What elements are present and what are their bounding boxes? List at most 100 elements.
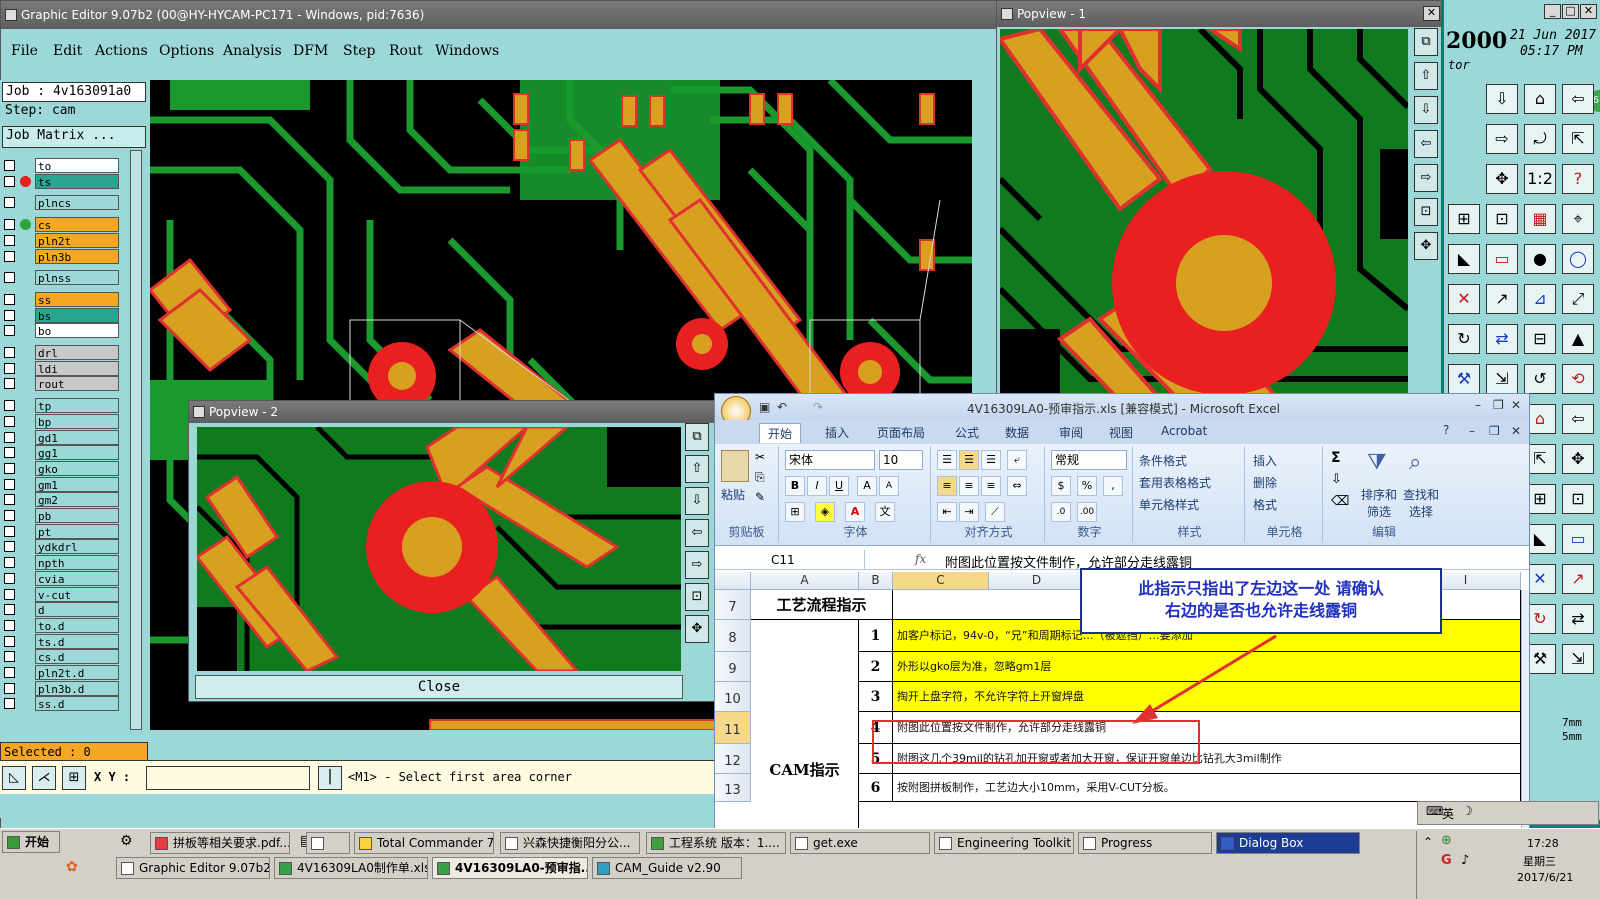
layer-checkbox[interactable]: [4, 478, 15, 490]
layer-checkbox[interactable]: [4, 400, 15, 412]
popview-right-icon[interactable]: ⇨: [685, 551, 709, 579]
layer-name[interactable]: ss.d: [35, 696, 119, 712]
tool-button-icon[interactable]: ↺: [1524, 364, 1556, 394]
layer-checkbox[interactable]: [4, 431, 15, 443]
popview-1-close-icon[interactable]: ✕: [1423, 6, 1440, 21]
layer-name[interactable]: pln3b.d: [35, 680, 119, 696]
layer-name[interactable]: gm2: [35, 492, 119, 508]
clear-icon[interactable]: ⌫: [1331, 494, 1349, 509]
layer-row[interactable]: pln3b: [2, 248, 120, 264]
layer-checkbox[interactable]: [4, 541, 15, 553]
tool-button-icon[interactable]: ⇲: [1562, 644, 1594, 674]
column-header-d[interactable]: D: [989, 572, 1085, 590]
step-number-cell[interactable]: 2: [859, 652, 893, 682]
font-color-icon[interactable]: A: [845, 502, 865, 522]
menu-actions[interactable]: Actions: [95, 43, 148, 59]
tool-button-icon[interactable]: ⊡: [1562, 484, 1594, 514]
taskbar-button[interactable]: Dialog Box: [1216, 832, 1360, 854]
layer-checkbox[interactable]: [4, 635, 15, 647]
tab-data[interactable]: 数据: [1005, 424, 1029, 441]
fx-icon[interactable]: fx: [915, 552, 926, 566]
layer-checkbox[interactable]: [4, 667, 15, 678]
tool-button-icon[interactable]: ⇲: [1486, 364, 1518, 394]
taskbar-button[interactable]: Graphic Editor 9.07b2 (0...: [116, 857, 270, 879]
layer-name[interactable]: rout: [35, 376, 119, 392]
popview1-pan-icon[interactable]: ✥: [1414, 232, 1438, 260]
layer-row[interactable]: ss.d: [2, 696, 120, 712]
format-cells-button[interactable]: 格式: [1253, 496, 1277, 513]
popview1-up-icon[interactable]: ⇧: [1414, 62, 1438, 90]
tool-button-icon[interactable]: ⤾: [1524, 124, 1556, 154]
layer-name[interactable]: gko: [35, 460, 119, 476]
quicklaunch-icon-1[interactable]: ⚙: [120, 833, 140, 851]
excel-vscrollbar[interactable]: [1521, 590, 1529, 832]
menu-analysis[interactable]: Analysis: [223, 43, 282, 59]
paste-icon[interactable]: [721, 450, 749, 482]
layer-row[interactable]: gd1: [2, 429, 120, 445]
phonetic-icon[interactable]: 文: [875, 502, 895, 522]
ribbon-restore-icon[interactable]: ❐: [1489, 424, 1500, 438]
delete-cells-button[interactable]: 删除: [1253, 474, 1277, 491]
percent-icon[interactable]: %: [1077, 476, 1097, 496]
menu-edit[interactable]: Edit: [53, 43, 82, 59]
menu-step[interactable]: Step: [343, 43, 375, 59]
find-select-icon[interactable]: ⌕: [1409, 450, 1421, 475]
tool-button-icon[interactable]: ⇦: [1562, 84, 1594, 114]
layer-checkbox[interactable]: [4, 510, 15, 521]
layer-row[interactable]: ldi: [2, 360, 120, 376]
taskbar-button[interactable]: Total Commander 7.0...: [354, 832, 494, 854]
column-header-a[interactable]: A: [751, 572, 859, 590]
layer-checkbox[interactable]: [4, 219, 15, 231]
tab-insert[interactable]: 插入: [825, 424, 849, 441]
tool-button-icon[interactable]: ✥: [1486, 164, 1518, 194]
layer-row[interactable]: pln2t: [2, 232, 120, 248]
layer-row[interactable]: ts: [2, 173, 120, 189]
save-icon[interactable]: ▣: [759, 400, 770, 414]
layer-row[interactable]: gg1: [2, 445, 120, 461]
tool-button-icon[interactable]: ↗: [1562, 564, 1594, 594]
tool-button-icon[interactable]: ▦: [1524, 204, 1556, 234]
layer-name[interactable]: pb: [35, 508, 119, 523]
align-top-icon[interactable]: ☰: [937, 450, 957, 470]
layer-scrollbar[interactable]: [130, 150, 142, 730]
taskbar-button[interactable]: 4V16309LA0制作单.xls: [274, 857, 428, 879]
layer-name[interactable]: gg1: [35, 445, 119, 461]
layer-name[interactable]: pln2t.d: [35, 665, 119, 680]
ribbon-minimize-icon[interactable]: –: [1469, 424, 1475, 438]
popview1-fit-icon[interactable]: ⊡: [1414, 198, 1438, 226]
layer-name[interactable]: gm1: [35, 476, 119, 492]
layer-row[interactable]: to: [2, 158, 120, 173]
layer-name[interactable]: cs.d: [35, 649, 119, 665]
layer-name[interactable]: v-cut: [35, 586, 119, 602]
layer-checkbox[interactable]: [4, 525, 15, 537]
tool-button-icon[interactable]: ⇱: [1562, 124, 1594, 154]
layer-row[interactable]: gm2: [2, 492, 120, 508]
cam-instruction-cell[interactable]: CAM指示: [751, 620, 859, 832]
font-size-select[interactable]: 10: [879, 450, 923, 470]
layer-checkbox[interactable]: [4, 698, 15, 710]
layer-name[interactable]: bo: [35, 323, 119, 339]
shrink-font-icon[interactable]: A: [879, 476, 899, 496]
layer-row[interactable]: ts.d: [2, 633, 120, 649]
align-left-icon[interactable]: ≡: [937, 476, 957, 496]
popview-down-icon[interactable]: ⇩: [685, 487, 709, 515]
tool-button-icon[interactable]: ◣: [1448, 244, 1480, 274]
layer-checkbox[interactable]: [4, 682, 15, 694]
row-header[interactable]: 9: [715, 652, 751, 682]
layer-row[interactable]: drl: [2, 345, 120, 360]
taskbar-button[interactable]: Engineering Toolkit 9....: [934, 832, 1074, 854]
tool-button-icon[interactable]: ⊞: [1448, 204, 1480, 234]
menu-dfm[interactable]: DFM: [293, 43, 328, 59]
layer-name[interactable]: plncs: [35, 195, 119, 211]
layer-name[interactable]: drl: [35, 345, 119, 360]
layer-row[interactable]: v-cut: [2, 586, 120, 602]
layer-name[interactable]: plnss: [35, 270, 119, 286]
fill-icon[interactable]: ⇩: [1331, 472, 1342, 487]
quicklaunch-icon-4[interactable]: ✿: [66, 859, 86, 877]
layer-row[interactable]: ss: [2, 291, 120, 307]
layer-checkbox[interactable]: [4, 651, 15, 663]
layer-row[interactable]: cs.d: [2, 649, 120, 665]
start-button[interactable]: 开始: [2, 831, 60, 853]
align-bottom-icon[interactable]: ☰: [981, 450, 1001, 470]
layer-checkbox[interactable]: [4, 325, 15, 337]
